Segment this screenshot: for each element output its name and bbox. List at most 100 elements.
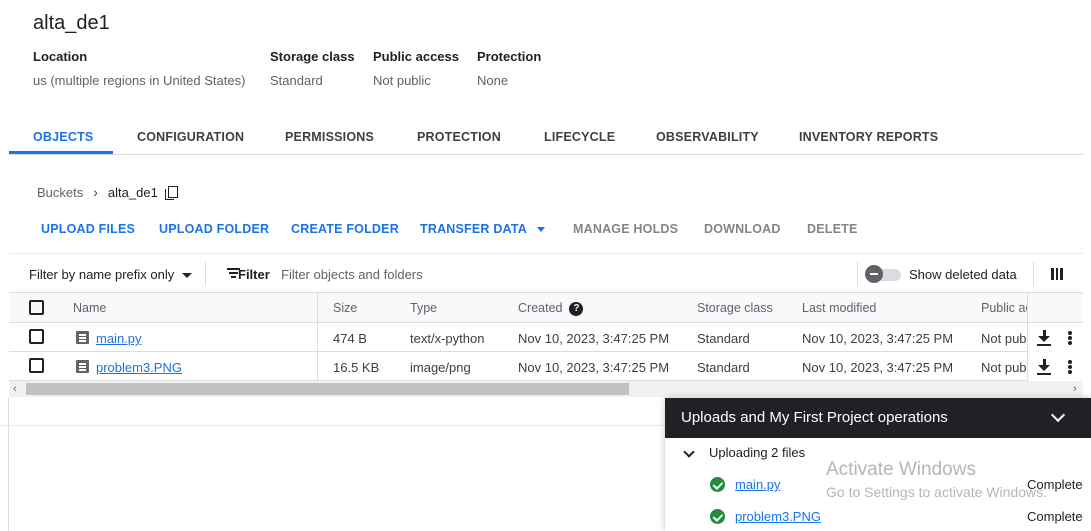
- table-row: main.py 474 B text/x-python Nov 10, 2023…: [9, 323, 1083, 352]
- divider: [205, 262, 206, 286]
- tab-observability[interactable]: OBSERVABILITY: [656, 130, 759, 144]
- delete-button[interactable]: DELETE: [807, 222, 858, 236]
- scrollbar-thumb[interactable]: [26, 383, 629, 395]
- prefix-filter-dropdown[interactable]: Filter by name prefix only: [29, 267, 193, 282]
- meta-location-label: Location: [33, 49, 88, 64]
- row-checkbox[interactable]: [29, 329, 44, 344]
- windows-watermark-subtitle: Go to Settings to activate Windows.: [826, 484, 1047, 500]
- show-deleted-label: Show deleted data: [909, 267, 1017, 282]
- more-vert-icon[interactable]: [1068, 360, 1072, 374]
- tab-objects[interactable]: OBJECTS: [33, 130, 93, 144]
- object-last-modified: Nov 10, 2023, 3:47:25 PM: [802, 331, 954, 346]
- object-size: 16.5 KB: [333, 360, 380, 375]
- meta-storage-class-value: Standard: [270, 73, 323, 88]
- tab-lifecycle[interactable]: LIFECYCLE: [544, 130, 615, 144]
- chevron-right-icon: ›: [93, 184, 98, 200]
- column-divider: [317, 293, 318, 381]
- uploads-panel-title: Uploads and My First Project operations: [681, 409, 948, 426]
- upload-file-link[interactable]: main.py: [735, 477, 781, 492]
- check-circle-icon: [710, 509, 725, 524]
- meta-storage-class-label: Storage class: [270, 49, 355, 64]
- row-checkbox[interactable]: [29, 358, 44, 373]
- col-size[interactable]: Size: [333, 301, 357, 315]
- col-name[interactable]: Name: [73, 301, 106, 315]
- check-circle-icon: [710, 477, 725, 492]
- filter-bar: Filter by name prefix only Filter Filter…: [9, 253, 1083, 293]
- upload-status: Complete: [1027, 477, 1083, 492]
- upload-folder-button[interactable]: UPLOAD FOLDER: [159, 222, 269, 236]
- meta-storage-class: Storage class Standard: [270, 49, 355, 88]
- object-size: 474 B: [333, 331, 367, 346]
- meta-protection: Protection None: [477, 49, 541, 88]
- col-created-label: Created: [518, 301, 563, 315]
- more-vert-icon[interactable]: [1068, 331, 1072, 345]
- divider: [0, 425, 665, 426]
- col-storage-class[interactable]: Storage class: [697, 301, 773, 315]
- meta-location: Location us (multiple regions in United …: [33, 49, 245, 88]
- object-created: Nov 10, 2023, 3:47:25 PM: [518, 331, 670, 346]
- help-icon[interactable]: ?: [569, 301, 584, 316]
- filter-label: Filter: [238, 267, 270, 282]
- divider: [8, 397, 9, 531]
- row-actions-column: [1027, 293, 1083, 381]
- file-icon: [76, 331, 89, 344]
- meta-protection-value: None: [477, 73, 509, 88]
- object-storage-class: Standard: [697, 360, 750, 375]
- object-storage-class: Standard: [697, 331, 750, 346]
- chevron-down-icon[interactable]: [683, 446, 695, 458]
- table-header: Name Size Type Created? Storage class La…: [9, 293, 1083, 323]
- breadcrumb: Buckets › alta_de1: [37, 184, 178, 200]
- tab-configuration[interactable]: CONFIGURATION: [137, 130, 244, 144]
- copy-icon[interactable]: [164, 185, 178, 200]
- breadcrumb-buckets[interactable]: Buckets: [37, 185, 83, 200]
- manage-holds-button[interactable]: MANAGE HOLDS: [573, 222, 678, 236]
- table-row: problem3.PNG 16.5 KB image/png Nov 10, 2…: [9, 352, 1083, 381]
- object-public-access: Not pub: [981, 360, 1027, 375]
- col-public-access[interactable]: Public ac: [981, 301, 1032, 315]
- upload-status: Complete: [1027, 509, 1083, 524]
- object-last-modified: Nov 10, 2023, 3:47:25 PM: [802, 360, 954, 375]
- prefix-filter-label: Filter by name prefix only: [29, 267, 175, 282]
- download-icon[interactable]: [1037, 359, 1051, 375]
- object-created: Nov 10, 2023, 3:47:25 PM: [518, 360, 670, 375]
- column-display-icon[interactable]: [1051, 268, 1063, 280]
- tab-inventory-reports[interactable]: INVENTORY REPORTS: [799, 130, 938, 144]
- object-type: image/png: [410, 360, 471, 375]
- meta-protection-label: Protection: [477, 49, 542, 64]
- breadcrumb-current: alta_de1: [107, 184, 158, 200]
- meta-public-access-value: Not public: [373, 73, 431, 88]
- caret-down-icon: [537, 227, 545, 233]
- meta-location-value: us (multiple regions in United States): [33, 73, 246, 88]
- bucket-title: alta_de1: [33, 12, 110, 34]
- objects-table: Name Size Type Created? Storage class La…: [9, 293, 1083, 381]
- download-button[interactable]: DOWNLOAD: [704, 222, 781, 236]
- show-deleted-toggle[interactable]: [865, 265, 901, 283]
- filter-input[interactable]: Filter objects and folders: [281, 267, 423, 282]
- uploads-panel-header[interactable]: Uploads and My First Project operations: [665, 398, 1091, 438]
- object-name-link[interactable]: main.py: [96, 331, 142, 346]
- object-public-access: Not pub: [981, 331, 1027, 346]
- col-type[interactable]: Type: [410, 301, 437, 315]
- transfer-data-button[interactable]: TRANSFER DATA: [420, 222, 545, 236]
- scroll-left-icon[interactable]: ‹: [13, 383, 17, 395]
- col-last-modified[interactable]: Last modified: [802, 301, 876, 315]
- tab-protection[interactable]: PROTECTION: [417, 130, 501, 144]
- scroll-right-icon[interactable]: ›: [1073, 383, 1077, 395]
- object-type: text/x-python: [410, 331, 485, 346]
- windows-watermark-title: Activate Windows: [826, 459, 976, 480]
- col-created[interactable]: Created?: [518, 301, 584, 316]
- transfer-data-label: TRANSFER DATA: [420, 222, 527, 236]
- upload-file-link[interactable]: problem3.PNG: [735, 509, 821, 524]
- object-name-link[interactable]: problem3.PNG: [96, 360, 182, 375]
- upload-files-button[interactable]: UPLOAD FILES: [41, 222, 135, 236]
- download-icon[interactable]: [1037, 330, 1051, 346]
- horizontal-scrollbar[interactable]: ‹ ›: [9, 381, 1083, 397]
- create-folder-button[interactable]: CREATE FOLDER: [291, 222, 399, 236]
- divider: [857, 262, 858, 286]
- tab-permissions[interactable]: PERMISSIONS: [285, 130, 374, 144]
- tab-bar: OBJECTS CONFIGURATION PERMISSIONS PROTEC…: [9, 120, 1083, 155]
- active-tab-indicator: [9, 151, 113, 154]
- select-all-checkbox[interactable]: [29, 300, 44, 315]
- chevron-down-icon[interactable]: [1050, 407, 1066, 423]
- meta-public-access-label: Public access: [373, 49, 459, 64]
